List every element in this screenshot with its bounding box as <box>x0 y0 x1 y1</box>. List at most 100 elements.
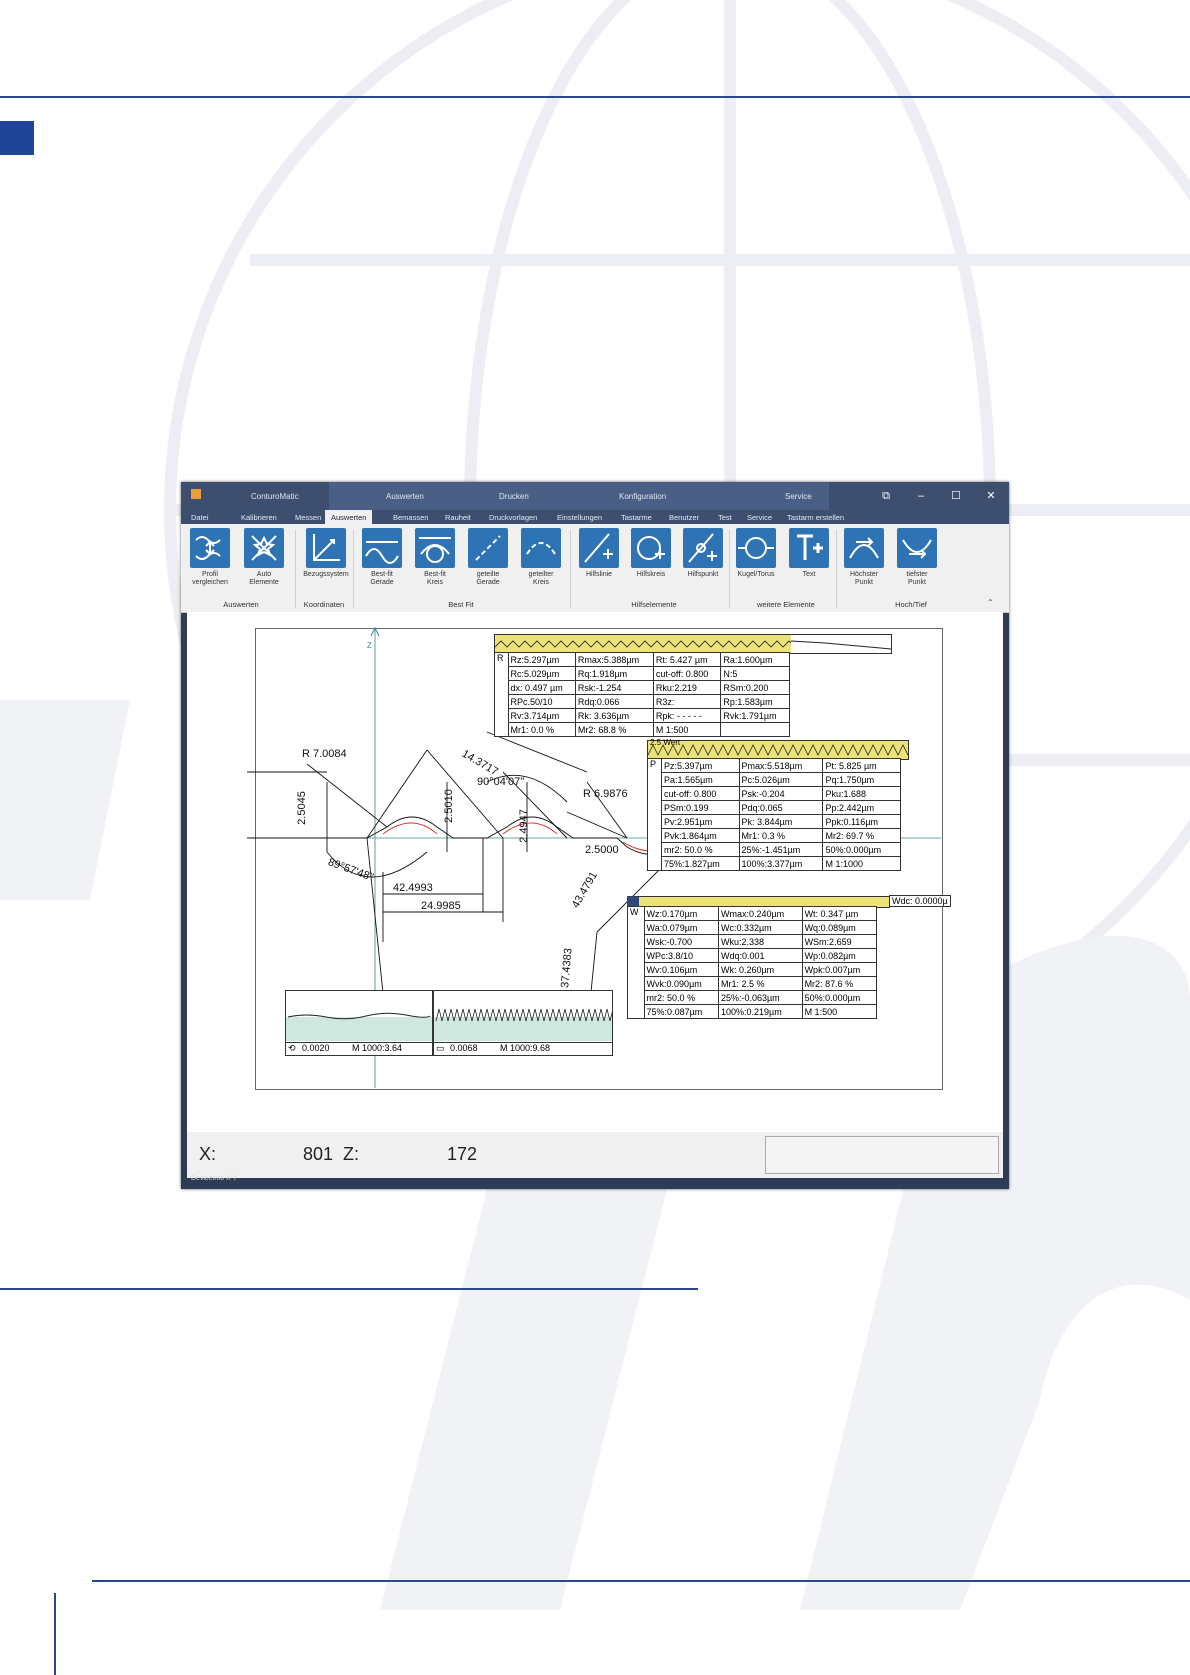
button-label: Gerade <box>370 579 394 586</box>
w-table-cell: Wz:0.170µm <box>643 906 719 921</box>
tab-datei[interactable]: Datei <box>191 513 209 522</box>
w-table-cell: Wmax:0.240µm <box>717 906 803 921</box>
context-tab-service[interactable]: Service <box>785 492 812 501</box>
lowest-point-button[interactable]: tiefster Punkt <box>891 528 943 587</box>
tab-kalibrieren[interactable]: Kalibrieren <box>241 513 277 522</box>
tab-rauheit[interactable]: Rauheit <box>445 513 471 522</box>
tab-bemassen[interactable]: Bemassen <box>393 513 428 522</box>
tab-test[interactable]: Test <box>718 513 732 522</box>
best-fit-circle-button[interactable]: Best-fit Kreis <box>409 528 461 587</box>
button-label: geteilte <box>476 571 500 578</box>
r-table-cell: Rvk:1.791µm <box>720 708 790 723</box>
minimize-icon[interactable]: – <box>906 488 936 504</box>
split-line-button[interactable]: geteilte Gerade <box>462 528 514 587</box>
roughness-profile-strip <box>494 634 892 654</box>
help-circle-button[interactable]: Hilfskreis <box>625 528 677 579</box>
p-table-cell: cut-off: 0.800 <box>661 786 740 801</box>
p-wave <box>648 744 908 756</box>
context-tab-drucken[interactable]: Drucken <box>499 492 529 501</box>
mini1-value: 0.0020 <box>302 1043 330 1053</box>
r-table-row: RPc.50/10 Rdq:0.066 R3z: Rp:1.583µm <box>495 694 790 709</box>
dimension-42-4993: 42.4993 <box>393 882 433 894</box>
r-table-cell: Mr2: 68.8 % <box>574 722 654 737</box>
p-table-row: P Pz:5.397µm Pmax:5.518µm Pt: 5.825 µm <box>646 758 901 871</box>
r-table-cell: Rp:1.583µm <box>720 694 790 709</box>
best-fit-circle-icon <box>415 528 455 568</box>
dimension-2-4947: 2.4947 <box>517 809 530 843</box>
w-table-cell: mr2: 50.0 % <box>643 990 719 1005</box>
p-table-row: Pvk:1.864µm Mr1: 0.3 % Mr2: 69.7 % <box>648 828 901 843</box>
drawing-canvas[interactable]: Z R 7.0084 14.3717 90°04'07'' 2.5045 2.5… <box>187 612 1003 1132</box>
r-table-cell: Rpk: - - - - - <box>652 708 722 723</box>
help-point-button[interactable]: Hilfspunkt <box>677 528 729 579</box>
r-table-cell: RPc.50/10 <box>507 694 576 709</box>
context-tab-auswerten[interactable]: Auswerten <box>386 492 424 501</box>
restore-icon[interactable]: ⧉ <box>871 488 901 504</box>
dimension-2-5010: 2.5010 <box>442 789 455 823</box>
z-axis-label: Z <box>367 641 372 650</box>
ribbon: Profil vergleichen Auto Elemente Bezugssys… <box>181 524 1009 613</box>
close-icon[interactable]: ✕ <box>976 488 1006 504</box>
r-table-cell: Rq:1.918µm <box>574 666 654 681</box>
ruler-icon[interactable]: ▭ <box>436 1043 445 1054</box>
tab-druckvorlagen[interactable]: Druckvorlagen <box>489 513 537 522</box>
sphere-torus-button[interactable]: Kugel/Torus <box>730 528 782 579</box>
w-table-cell: 50%:0.000µm <box>801 990 878 1005</box>
status-info-box <box>765 1136 999 1174</box>
mini-plot-waviness-curve <box>287 1012 431 1020</box>
tab-auswerten[interactable]: Auswerten <box>325 510 373 524</box>
p-table-cell: Pq:1.750µm <box>822 772 901 787</box>
context-tab-konfiguration[interactable]: Konfiguration <box>619 492 666 501</box>
help-circle-icon <box>631 528 671 568</box>
coordinate-system-button[interactable]: Bezugssystem <box>300 528 352 579</box>
button-label: Hilfslinie <box>585 571 613 578</box>
w-table-row: 75%:0.087µm 100%:0.219µm M 1:500 <box>628 1004 878 1019</box>
p-table-cell: Pc:5.026µm <box>738 772 824 787</box>
split-line-icon <box>468 528 508 568</box>
p-table-cell: Pku:1.688 <box>822 786 901 801</box>
group-label-auswerten: Auswerten <box>223 600 259 609</box>
button-label: Kugel/Torus <box>737 571 775 578</box>
tab-tastarme[interactable]: Tastarme <box>621 513 652 522</box>
tab-service[interactable]: Service <box>747 513 772 522</box>
auto-elements-button[interactable]: Auto Elemente <box>238 528 290 587</box>
profile-compare-icon <box>190 528 230 568</box>
reset-icon[interactable]: ⟲ <box>288 1043 296 1054</box>
p-table-cell: 75%:1.827µm <box>661 856 740 871</box>
help-line-button[interactable]: Hilfslinie <box>573 528 625 579</box>
split-circle-button[interactable]: geteilter Kreis <box>515 528 567 587</box>
w-table-row: Wsk:-0.700 Wku:2.338 WSm:2.659 <box>628 934 878 949</box>
tab-tastarm-erstellen[interactable]: Tastarm erstellen <box>787 513 844 522</box>
w-table-row: W Wz:0.170µm Wmax:0.240µm Wt: 0.347 µm <box>627 906 878 1019</box>
caption-rule <box>0 1288 698 1290</box>
mini2-scale: M 1000:9.68 <box>500 1043 551 1053</box>
w-table-row: mr2: 50.0 % 25%:-0.063µm 50%:0.000µm <box>628 990 878 1005</box>
p-table-prefix: P <box>646 758 663 871</box>
best-fit-line-button[interactable]: Best-fit Gerade <box>356 528 408 587</box>
collapse-ribbon-icon[interactable]: ⌃ <box>987 598 994 607</box>
tab-benutzer[interactable]: Benutzer <box>669 513 699 522</box>
highest-point-button[interactable]: Höchster Punkt <box>838 528 890 587</box>
group-separator <box>836 530 837 608</box>
tab-einstellungen[interactable]: Einstellungen <box>557 513 602 522</box>
maximize-icon[interactable]: ☐ <box>941 488 971 504</box>
tab-messen[interactable]: Messen <box>295 513 321 522</box>
profile-compare-button[interactable]: Profil vergleichen <box>184 528 236 587</box>
p-table-cell: Pa:1.565µm <box>661 772 740 787</box>
text-icon <box>789 528 829 568</box>
r-table-cell: cut-off: 0.800 <box>652 666 722 681</box>
split-circle-icon <box>521 528 561 568</box>
w-table-cell: Mr2: 87.6 % <box>801 976 878 991</box>
p-table-row: 75%:1.827µm 100%:3.377µm M 1:1000 <box>648 856 901 871</box>
button-label: Auto <box>256 571 272 578</box>
app-window: ConturoMatic Auswerten Drucken Konfigura… <box>181 482 1009 1189</box>
r-table-row: Mr1: 0.0 % Mr2: 68.8 % M 1:500 <box>495 722 790 737</box>
p-table-cell: 50%:0.000µm <box>822 842 901 857</box>
w-table-prefix: W <box>627 906 645 1019</box>
ribbon-tab-bar: Datei Kalibrieren Messen Auswerten Bemas… <box>181 510 1009 524</box>
app-icon[interactable] <box>191 489 201 499</box>
w-table-cell: WSm:2.659 <box>801 934 878 949</box>
text-button[interactable]: Text <box>783 528 835 579</box>
group-label-hilfselemente: Hilfselemente <box>631 600 677 609</box>
r-table-cell: Rmax:5.388µm <box>574 652 654 667</box>
